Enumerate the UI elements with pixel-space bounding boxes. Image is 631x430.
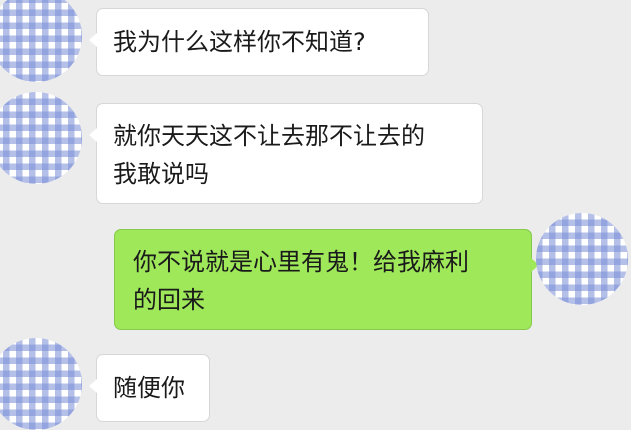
- message-text: 随便你: [113, 374, 185, 402]
- message-text-line: 你不说就是心里有鬼！给我麻利: [133, 248, 469, 276]
- contact-avatar[interactable]: [0, 0, 82, 82]
- message-bubble-incoming[interactable]: 随便你: [89, 354, 210, 422]
- message-text-line: 的回来: [133, 286, 205, 314]
- message-bubble-outgoing[interactable]: 你不说就是心里有鬼！给我麻利 的回来: [114, 229, 539, 330]
- chat-message-list: 我为什么这样你不知道? 就你天天这不让去那不让去的 我敢说吗 你不说就是心里有鬼…: [0, 0, 631, 430]
- self-avatar[interactable]: [536, 213, 628, 305]
- contact-avatar[interactable]: [0, 338, 82, 430]
- message-text: 我为什么这样你不知道?: [113, 28, 366, 56]
- message-text-line: 我敢说吗: [113, 160, 209, 188]
- contact-avatar[interactable]: [0, 92, 82, 184]
- message-bubble-incoming[interactable]: 我为什么这样你不知道?: [89, 8, 429, 76]
- message-bubble-incoming[interactable]: 就你天天这不让去那不让去的 我敢说吗: [89, 103, 483, 204]
- message-text-line: 就你天天这不让去那不让去的: [113, 122, 425, 150]
